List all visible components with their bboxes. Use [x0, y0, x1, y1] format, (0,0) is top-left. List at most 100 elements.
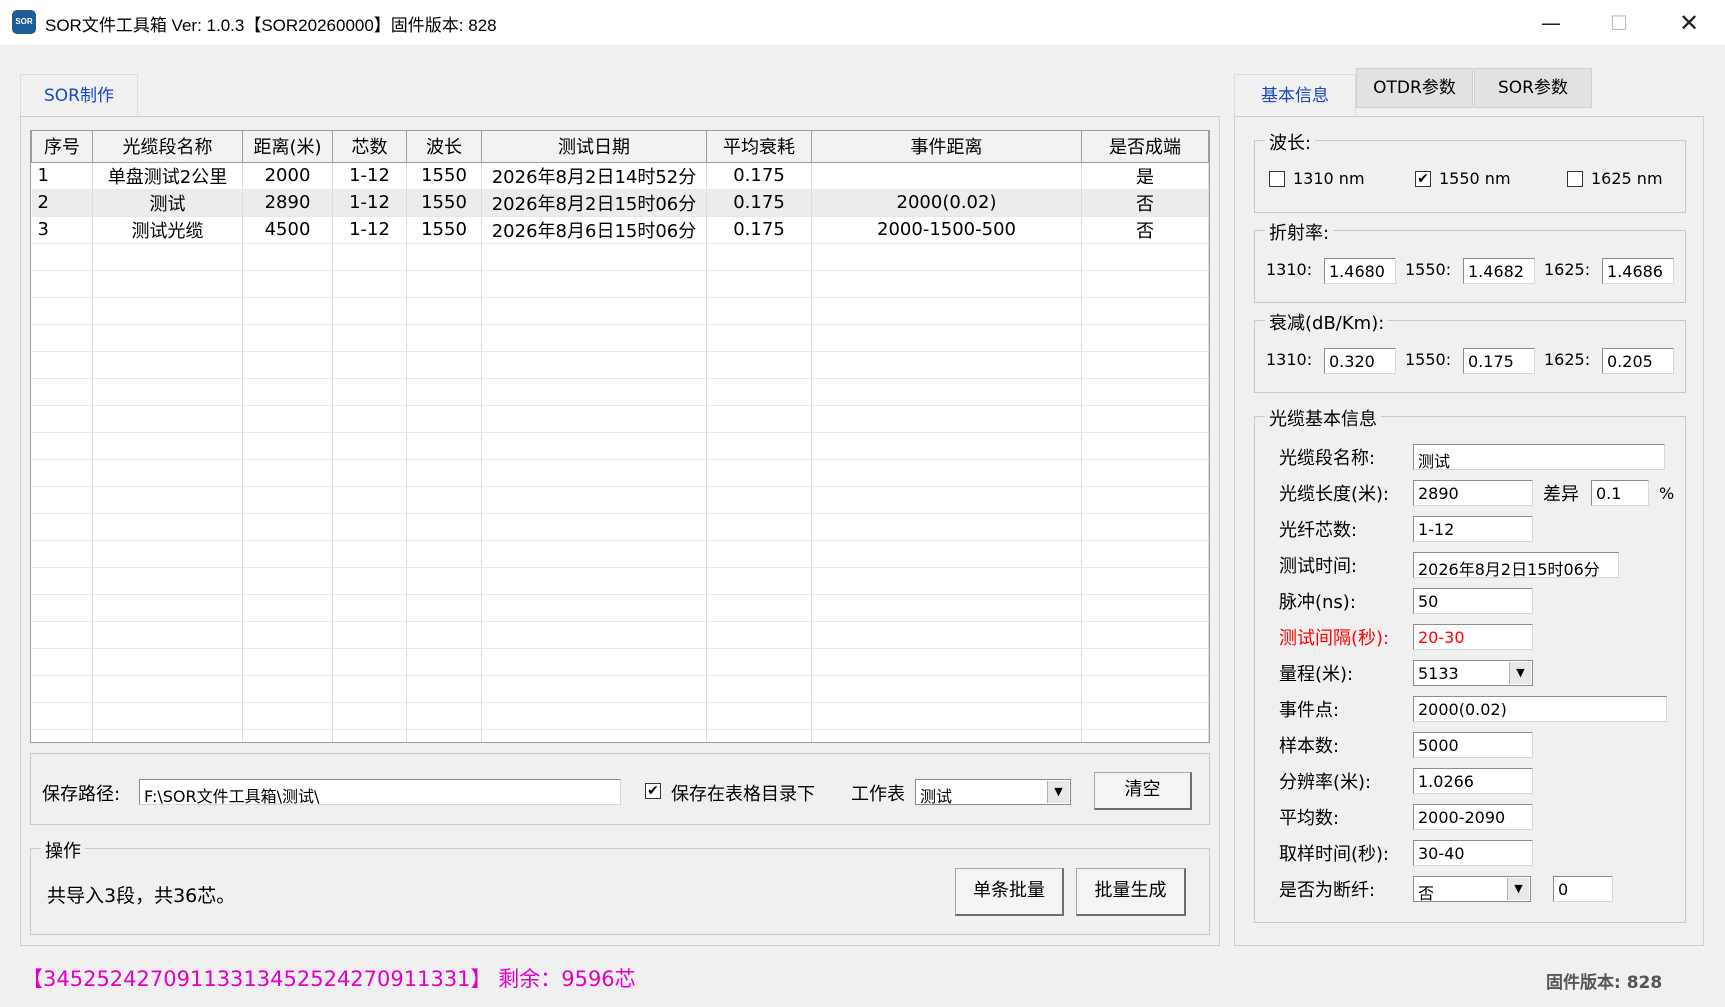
range-label: 量程(米): [1279, 664, 1354, 685]
wavelength-legend: 波长: [1265, 129, 1316, 155]
wavelength-1550-label: 1550 nm [1439, 169, 1511, 188]
column-header[interactable]: 距离(米) [242, 131, 333, 163]
event-point-label: 事件点: [1279, 700, 1340, 721]
save-in-table-dir-checkbox[interactable]: ✔ [645, 783, 661, 799]
tab-sor-make[interactable]: SOR制作 [20, 74, 138, 116]
column-header[interactable]: 波长 [406, 131, 482, 163]
title-bar: SOR SOR文件工具箱 Ver: 1.0.3【SOR20260000】固件版本… [0, 0, 1725, 46]
refraction-1625-label: 1625: [1544, 260, 1591, 279]
column-header[interactable]: 序号 [31, 131, 93, 163]
chevron-down-icon[interactable]: ▼ [1509, 662, 1531, 684]
tab-basic-info[interactable]: 基本信息 [1234, 74, 1356, 116]
table-cell: 2000(0.02) [811, 189, 1082, 217]
empty-row [31, 243, 1209, 271]
single-batch-button[interactable]: 单条批量 [955, 868, 1064, 916]
table-cell: 0.175 [706, 189, 812, 217]
tab-otdr-params[interactable]: OTDR参数 [1356, 68, 1473, 108]
close-button[interactable]: ✕ [1655, 0, 1723, 46]
broken-fiber-label: 是否为断纤: [1279, 880, 1376, 901]
cable-info-group: 光缆基本信息 光缆段名称: 测试 光缆长度(米): 2890 差异 0.1 % … [1254, 405, 1686, 923]
table-row[interactable]: 1 单盘测试2公里 2000 1-12 1550 2026年8月2日14时52分… [31, 162, 1209, 190]
clear-button[interactable]: 清空 [1094, 772, 1192, 810]
sheet-select[interactable]: 测试 ▼ [915, 779, 1071, 805]
maximize-button[interactable]: ☐ [1585, 0, 1653, 46]
table-row[interactable]: 2 测试 2890 1-12 1550 2026年8月2日15时06分 0.17… [31, 189, 1209, 217]
empty-row [31, 351, 1209, 379]
refraction-1550-input[interactable]: 1.4682 [1463, 258, 1535, 284]
empty-row [31, 459, 1209, 487]
wavelength-1310-checkbox[interactable] [1269, 171, 1285, 187]
table-cell: 1550 [406, 162, 482, 190]
column-header[interactable]: 光缆段名称 [92, 131, 243, 163]
cable-length-label: 光缆长度(米): [1279, 484, 1390, 505]
close-icon: ✕ [1678, 9, 1700, 37]
column-header[interactable]: 平均衰耗 [706, 131, 812, 163]
resolution-input[interactable]: 1.0266 [1413, 768, 1533, 794]
resolution-label: 分辨率(米): [1279, 772, 1372, 793]
empty-row [31, 486, 1209, 514]
empty-row [31, 270, 1209, 298]
range-select[interactable]: 5133 ▼ [1413, 660, 1533, 686]
table-cell: 2890 [242, 189, 333, 217]
pulse-input[interactable]: 50 [1413, 588, 1533, 614]
sheet-label: 工作表 [851, 784, 905, 805]
attenuation-group: 衰减(dB/Km): 1310: 0.320 1550: 0.175 1625:… [1254, 309, 1686, 393]
tab-sor-params[interactable]: SOR参数 [1474, 68, 1592, 108]
column-header[interactable]: 事件距离 [811, 131, 1082, 163]
broken-fiber-select-value: 否 [1418, 884, 1435, 902]
cable-length-input[interactable]: 2890 [1413, 480, 1533, 506]
minimize-button[interactable]: — [1517, 0, 1585, 46]
test-time-label: 测试时间: [1279, 556, 1358, 577]
attenuation-1625-input[interactable]: 0.205 [1602, 348, 1674, 374]
refraction-1625-input[interactable]: 1.4686 [1602, 258, 1674, 284]
attenuation-1310-input[interactable]: 0.320 [1324, 348, 1396, 374]
save-path-input[interactable]: F:\SOR文件工具箱\测试\ [139, 779, 621, 805]
table-cell: 2000-1500-500 [811, 216, 1082, 244]
refraction-1310-input[interactable]: 1.4680 [1324, 258, 1396, 284]
average-input[interactable]: 2000-2090 [1413, 804, 1533, 830]
table-cell: 否 [1081, 189, 1209, 217]
table-cell: 0.175 [706, 216, 812, 244]
batch-generate-button[interactable]: 批量生成 [1076, 868, 1186, 916]
table-cell: 测试光缆 [92, 216, 243, 244]
attenuation-1310-label: 1310: [1266, 350, 1313, 369]
wavelength-1625-label: 1625 nm [1591, 169, 1663, 188]
chevron-down-icon[interactable]: ▼ [1047, 781, 1069, 803]
column-header[interactable]: 测试日期 [481, 131, 707, 163]
range-select-value: 5133 [1418, 664, 1459, 683]
fiber-cores-input[interactable]: 1-12 [1413, 516, 1533, 542]
empty-row [31, 513, 1209, 541]
chevron-down-icon[interactable]: ▼ [1507, 878, 1529, 900]
broken-fiber-select[interactable]: 否 ▼ [1413, 876, 1531, 902]
sheet-select-value: 测试 [920, 787, 953, 805]
attenuation-1625-label: 1625: [1544, 350, 1591, 369]
test-time-input[interactable]: 2026年8月2日15时06分 [1413, 552, 1619, 578]
difference-label: 差异 [1543, 484, 1579, 505]
segment-table[interactable]: 序号 光缆段名称 距离(米) 芯数 波长 测试日期 平均衰耗 事件距离 是否成端… [30, 130, 1210, 743]
sampling-time-input[interactable]: 30-40 [1413, 840, 1533, 866]
wavelength-1550-checkbox[interactable]: ✔ [1415, 171, 1431, 187]
table-cell: 4500 [242, 216, 333, 244]
column-header[interactable]: 是否成端 [1081, 131, 1209, 163]
samples-input[interactable]: 5000 [1413, 732, 1533, 758]
event-point-input[interactable]: 2000(0.02) [1413, 696, 1667, 722]
empty-row [31, 675, 1209, 703]
empty-row [31, 324, 1209, 352]
column-header[interactable]: 芯数 [332, 131, 407, 163]
table-cell: 测试 [92, 189, 243, 217]
test-interval-input[interactable]: 20-30 [1413, 624, 1533, 650]
table-cell: 2026年8月6日15时06分 [481, 216, 707, 244]
table-row[interactable]: 3 测试光缆 4500 1-12 1550 2026年8月6日15时06分 0.… [31, 216, 1209, 244]
cable-name-input[interactable]: 测试 [1413, 444, 1665, 470]
empty-row [31, 297, 1209, 325]
operation-group: 操作 共导入3段，共36芯。 单条批量 批量生成 [30, 837, 1210, 935]
broken-fiber-extra-input[interactable]: 0 [1553, 876, 1613, 902]
attenuation-1550-input[interactable]: 0.175 [1463, 348, 1535, 374]
save-path-group: 保存路径: F:\SOR文件工具箱\测试\ ✔ 保存在表格目录下 工作表 测试 … [30, 753, 1210, 825]
difference-input[interactable]: 0.1 [1591, 480, 1649, 506]
wavelength-1625-checkbox[interactable] [1567, 171, 1583, 187]
table-cell: 1 [31, 162, 93, 190]
cable-name-label: 光缆段名称: [1279, 448, 1376, 469]
table-cell: 1550 [406, 189, 482, 217]
sampling-time-label: 取样时间(秒): [1279, 844, 1390, 865]
